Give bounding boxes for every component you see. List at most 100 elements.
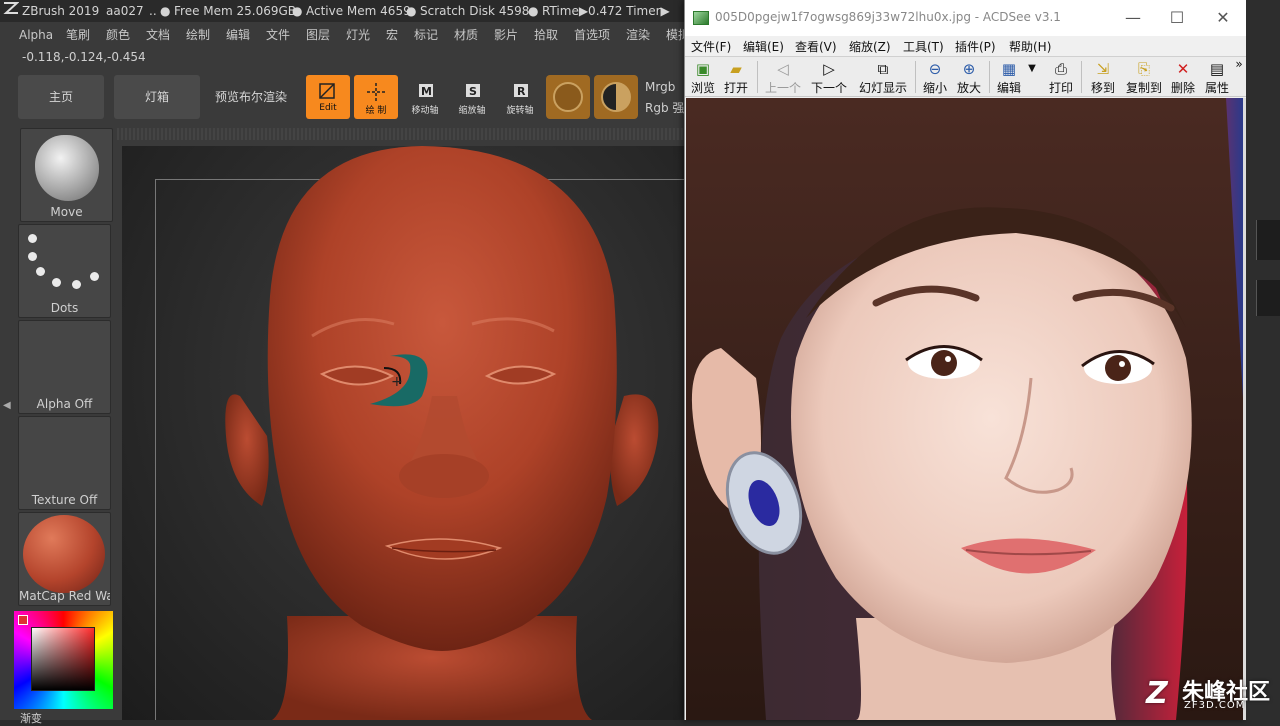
active-mem-dot: ● [292, 4, 303, 18]
brush-selector[interactable]: Move [20, 128, 113, 222]
alpha-selector[interactable]: Alpha Off [18, 320, 111, 414]
bpr-render-button[interactable]: 预览布尔渲染 [208, 75, 294, 119]
color-picker[interactable] [14, 611, 113, 709]
menu-light[interactable]: 灯光 [346, 24, 370, 46]
app-name: ZBrush 2019 [22, 4, 100, 18]
printer-icon: ⎙ [1054, 60, 1067, 78]
zbrush-right-tray [1246, 0, 1280, 720]
image-viewer[interactable] [686, 98, 1243, 720]
menu-picker[interactable]: 拾取 [534, 24, 558, 46]
free-mem-dot: ● [160, 4, 171, 18]
acdsee-window-title: 005D0pgejw1f7ogwsg869j33w72lhu0x.jpg - A… [715, 10, 1061, 24]
browse-button[interactable]: ▣ 浏览 [689, 59, 717, 97]
toolbar-separator [1081, 61, 1082, 93]
material-selector[interactable]: MatCap Red Wax [18, 512, 111, 606]
prev-icon: ◁ [777, 60, 789, 78]
menu-layer[interactable]: 图层 [306, 24, 330, 46]
maximize-button[interactable]: ☐ [1155, 6, 1199, 30]
rotate-gizmo-icon: R [514, 84, 528, 98]
home-button[interactable]: 主页 [18, 75, 104, 119]
menu-document[interactable]: 文档 [146, 24, 170, 46]
properties-button[interactable]: ▤ 属性 [1203, 59, 1231, 97]
move-gizmo-button[interactable]: M 移动轴 [403, 75, 447, 119]
scale-gizmo-letter: S [469, 85, 477, 98]
scale-gizmo-button[interactable]: S 缩放轴 [450, 75, 494, 119]
texture-selector[interactable]: Texture Off [18, 416, 111, 510]
scratch-disk: Scratch Disk 4598 [420, 4, 530, 18]
zoom-in-button[interactable]: ⊕ 放大 [955, 59, 983, 97]
toolbar-separator [915, 61, 916, 93]
menu-color[interactable]: 颜色 [106, 24, 130, 46]
menu-zoom[interactable]: 缩放(Z) [849, 38, 891, 55]
sculpted-head-model[interactable]: + [122, 146, 687, 720]
left-tray-handle-icon[interactable]: ◀ [3, 400, 11, 414]
open-folder-icon: ▰ [730, 60, 742, 78]
edit-dropdown[interactable]: ▼ [1025, 59, 1039, 97]
prev-label: 上一个 [764, 81, 801, 95]
minimize-button[interactable]: — [1111, 6, 1155, 30]
stroke-label: Dots [50, 301, 79, 315]
copy-to-label: 复制到 [1125, 81, 1162, 95]
zoom-in-label: 放大 [956, 81, 981, 95]
draw-mode-button[interactable]: 绘 制 [354, 75, 398, 119]
menu-preferences[interactable]: 首选项 [574, 24, 610, 46]
menu-brush[interactable]: 笔刷 [66, 24, 90, 46]
move-to-button[interactable]: ⇲ 移到 [1089, 59, 1117, 97]
move-gizmo-label: 移动轴 [411, 106, 439, 116]
menu-help[interactable]: 帮助(H) [1009, 38, 1051, 55]
print-button[interactable]: ⎙ 打印 [1047, 59, 1075, 97]
right-ear [610, 394, 659, 506]
menu-file[interactable]: 文件 [266, 24, 290, 46]
zbrush-canvas[interactable]: + [122, 146, 687, 720]
menu-draw[interactable]: 绘制 [186, 24, 210, 46]
main-color-swatch[interactable] [18, 615, 28, 625]
dynamic-perspective-button[interactable] [594, 75, 638, 119]
material-label: MatCap Red Wax [19, 589, 110, 603]
menu-edit[interactable]: 编辑(E) [743, 38, 784, 55]
prev-button[interactable]: ◁ 上一个 [763, 59, 803, 97]
right-tray-tab[interactable] [1256, 280, 1280, 316]
slideshow-button[interactable]: ⧉ 幻灯显示 [857, 59, 909, 97]
browse-label: 浏览 [690, 81, 715, 95]
menu-material[interactable]: 材质 [454, 24, 478, 46]
open-button[interactable]: ▰ 打开 [722, 59, 750, 97]
menu-plugins[interactable]: 插件(P) [955, 38, 996, 55]
sculptris-pro-button[interactable] [546, 75, 590, 119]
close-button[interactable]: ✕ [1201, 6, 1245, 30]
next-button[interactable]: ▷ 下一个 [809, 59, 849, 97]
delete-button[interactable]: ✕ 删除 [1169, 59, 1197, 97]
browse-icon: ▣ [695, 60, 711, 78]
acdsee-menu-bar: 文件(F) 编辑(E) 查看(V) 缩放(Z) 工具(T) 插件(P) 帮助(H… [685, 36, 1247, 56]
menu-tools[interactable]: 工具(T) [903, 38, 944, 55]
edit-button[interactable]: ▦ 编辑 [995, 59, 1023, 97]
mrgb-toggle[interactable]: Mrgb [645, 77, 684, 98]
right-tray-tab[interactable] [1256, 220, 1280, 260]
rgb-intensity[interactable]: Rgb 强 [645, 98, 684, 119]
acdsee-window: 005D0pgejw1f7ogwsg869j33w72lhu0x.jpg - A… [684, 0, 1247, 720]
menu-marker[interactable]: 标记 [414, 24, 438, 46]
delete-label: 删除 [1170, 81, 1195, 95]
menu-file[interactable]: 文件(F) [691, 38, 731, 55]
menu-alpha[interactable]: Alpha [19, 24, 53, 46]
rotate-gizmo-button[interactable]: R 旋转轴 [498, 75, 542, 119]
toolbar-overflow-button[interactable]: » [1233, 57, 1245, 95]
menu-view[interactable]: 查看(V) [795, 38, 837, 55]
copy-to-button[interactable]: ⎘ 复制到 [1125, 59, 1163, 97]
zoom-out-button[interactable]: ⊖ 缩小 [921, 59, 949, 97]
edit-label: 编辑 [996, 81, 1021, 95]
active-mem: Active Mem 4659 [306, 4, 411, 18]
saturation-value-square[interactable] [31, 627, 95, 691]
lightbox-button[interactable]: 灯箱 [114, 75, 200, 119]
slideshow-label: 幻灯显示 [858, 81, 907, 95]
edit-mode-button[interactable]: Edit [306, 75, 350, 119]
menu-render[interactable]: 渲染 [626, 24, 650, 46]
left-ear [225, 394, 269, 506]
sculptris-icon [553, 82, 583, 112]
acdsee-toolbar: ▣ 浏览 ▰ 打开 ◁ 上一个 ▷ 下一个 ⧉ 幻灯显示 ⊖ 缩小 ⊕ 放大 ▦ 编辑 ▼ ⎙ 打… [685, 56, 1247, 97]
rtime: RTime▶0.472 Timer▶ [542, 4, 670, 18]
scratch-disk-dot: ● [406, 4, 417, 18]
menu-macro[interactable]: 宏 [386, 24, 398, 46]
stroke-selector[interactable]: Dots [18, 224, 111, 318]
menu-edit[interactable]: 编辑 [226, 24, 250, 46]
menu-movie[interactable]: 影片 [494, 24, 518, 46]
